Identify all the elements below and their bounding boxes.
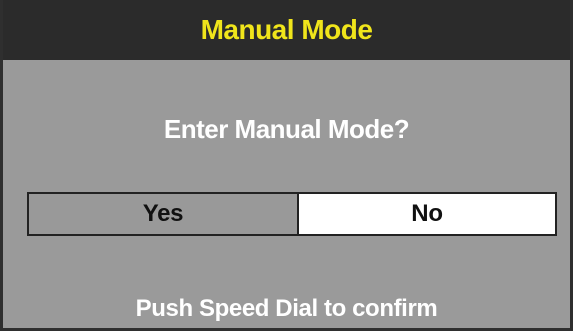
confirm-instruction: Push Speed Dial to confirm [135, 295, 438, 322]
dialog-title: Manual Mode [200, 14, 373, 45]
yes-button[interactable]: Yes [27, 192, 297, 236]
yes-button-label: Yes [142, 200, 184, 227]
confirmation-question: Enter Manual Mode? [163, 114, 410, 144]
no-button[interactable]: No [297, 192, 557, 236]
no-button-label: No [411, 200, 443, 227]
title-bar: Manual Mode [3, 0, 570, 60]
manual-mode-dialog: Manual Mode Enter Manual Mode? Yes No Pu… [0, 0, 573, 331]
choice-group: Yes No [27, 192, 557, 236]
